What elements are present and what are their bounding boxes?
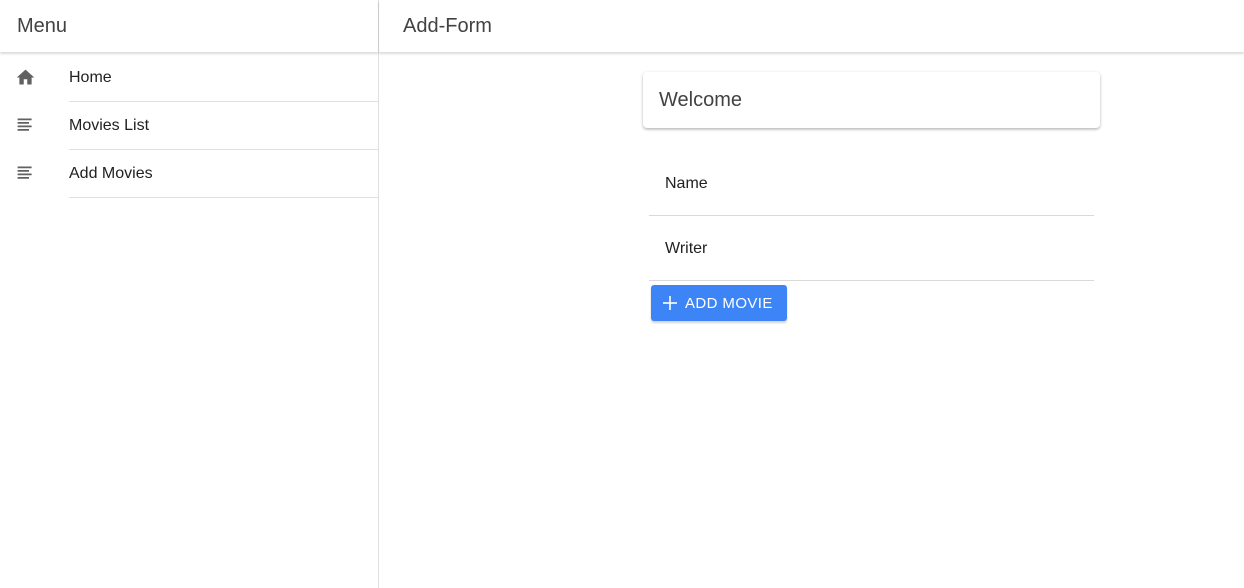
add-movie-button[interactable]: ADD MOVIE	[651, 285, 787, 321]
name-input[interactable]	[649, 152, 1094, 215]
sidebar-item-label: Movies List	[69, 102, 378, 150]
sidebar-title: Menu	[0, 0, 378, 52]
page-title: Add-Form	[379, 0, 1244, 52]
list-icon	[17, 118, 32, 131]
app-window: Menu Home Movies List Add Movies Add-For…	[0, 0, 1244, 588]
writer-field[interactable]: Writer	[649, 217, 1094, 281]
name-field[interactable]: Name	[649, 152, 1094, 216]
sidebar-item-label: Add Movies	[69, 150, 378, 198]
welcome-card: Welcome	[643, 72, 1100, 128]
sidebar: Menu Home Movies List Add Movies	[0, 0, 379, 588]
sidebar-item-home[interactable]: Home	[0, 54, 378, 102]
writer-input[interactable]	[649, 217, 1094, 280]
welcome-text: Welcome	[659, 88, 742, 111]
plus-icon	[663, 296, 677, 310]
home-icon	[16, 69, 35, 85]
main-content: Add-Form Welcome Name Writer ADD MOVIE	[379, 0, 1244, 588]
sidebar-item-label: Home	[69, 54, 378, 102]
sidebar-item-add-movies[interactable]: Add Movies	[0, 150, 378, 198]
sidebar-item-movies-list[interactable]: Movies List	[0, 102, 378, 150]
add-movie-button-label: ADD MOVIE	[685, 294, 773, 312]
list-icon	[17, 166, 32, 179]
sidebar-nav: Home Movies List Add Movies	[0, 54, 378, 198]
